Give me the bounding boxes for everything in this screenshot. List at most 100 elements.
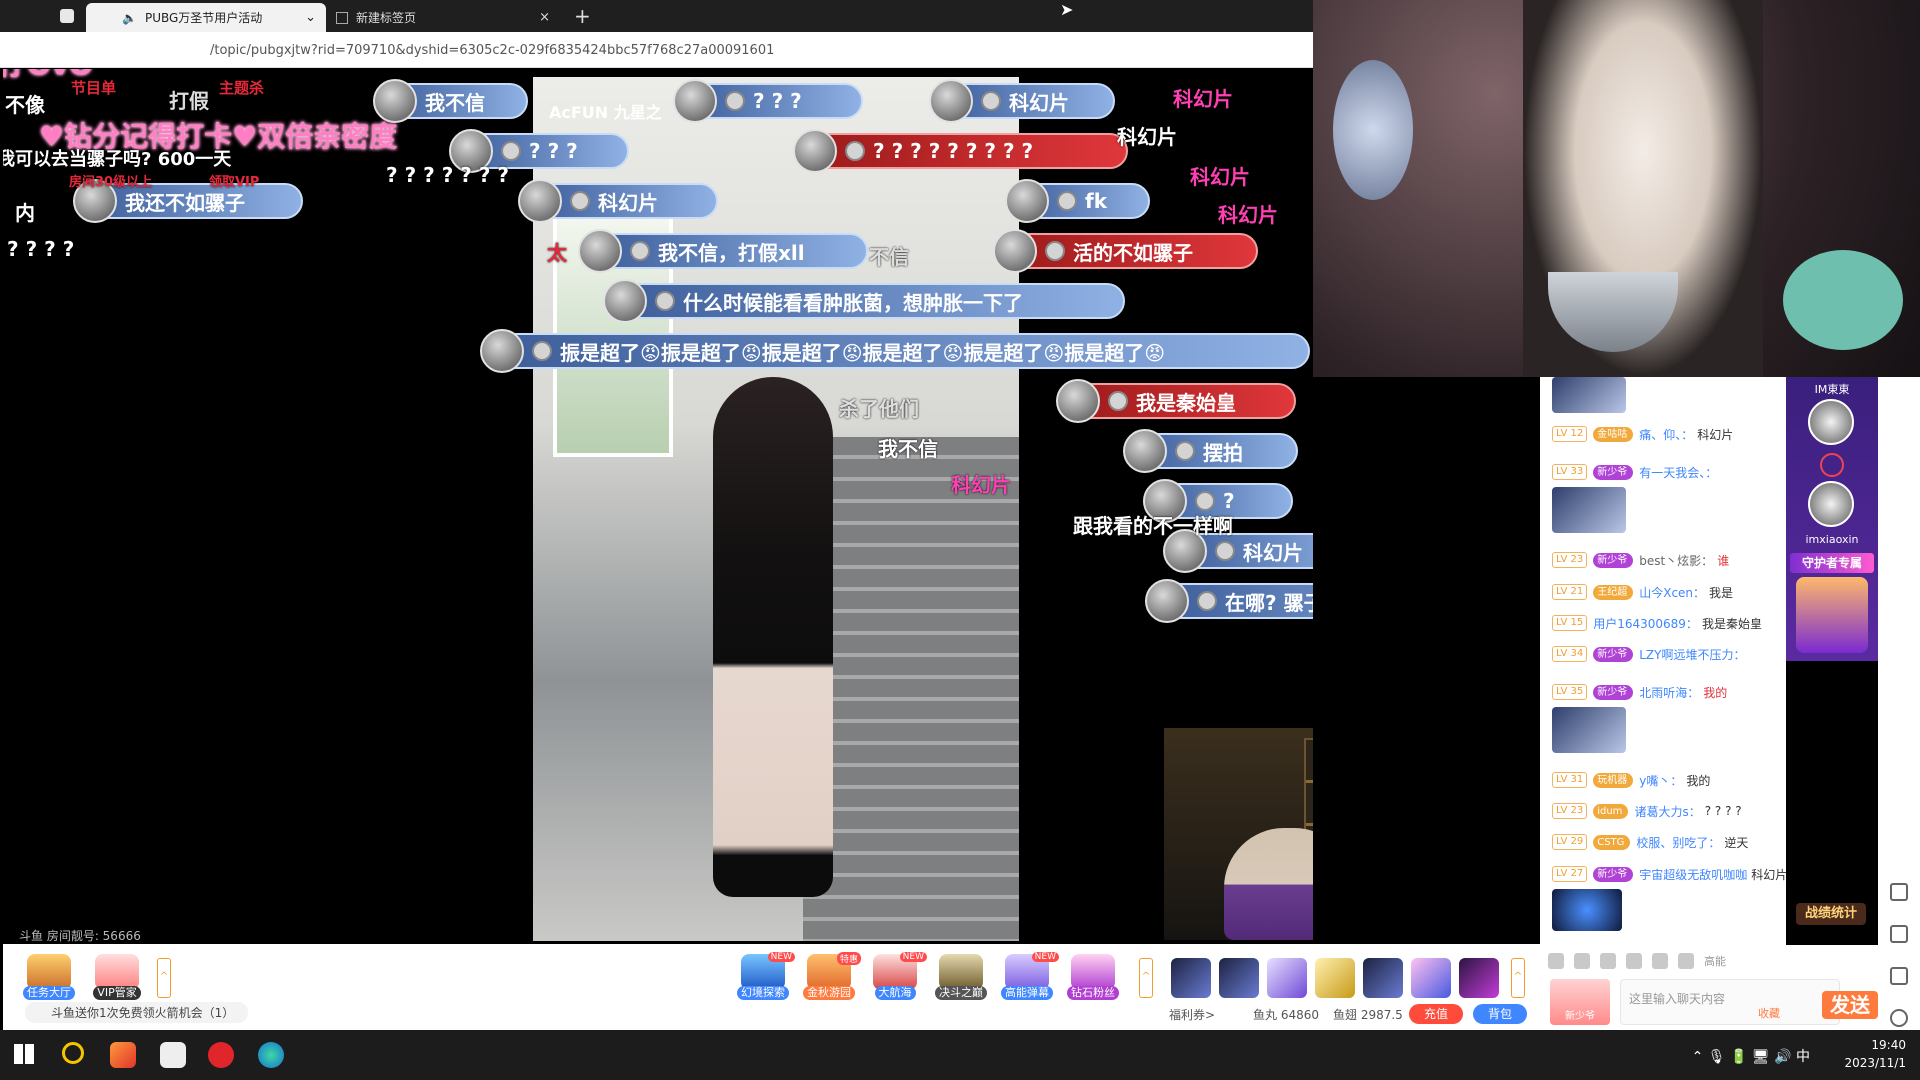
expand-arrow-button[interactable]: ^ <box>1511 958 1525 998</box>
ime-indicator[interactable]: 中 <box>1796 1049 1810 1065</box>
fan-badge-select[interactable]: 新少爷 <box>1550 979 1610 1025</box>
cursor-icon: ➤ <box>1060 0 1074 19</box>
avatar <box>480 329 524 373</box>
chat-message: LV 33 新少爷 有一天我会、： <box>1552 463 1721 481</box>
toolbar-item-diamond[interactable]: 钻石粉丝 <box>1065 954 1121 1000</box>
url-text[interactable]: /topic/pubgxjtw?rid=709710&dyshid=6305c2… <box>210 43 774 58</box>
fan-badge-icon <box>1108 391 1128 411</box>
collect-button[interactable]: 收藏 <box>1758 1005 1780 1021</box>
chat-image <box>1552 889 1622 931</box>
vip-manager-button[interactable]: VIP管家 <box>89 954 145 1000</box>
chat-message: LV 35 新少爷 北雨听海： 我的 <box>1552 683 1727 701</box>
backpack-button[interactable]: 背包 <box>1473 1004 1527 1024</box>
gift-item[interactable] <box>1411 958 1451 998</box>
chat-message: LV 21 王纪超 山今Xcen： 我是 <box>1552 583 1733 601</box>
fan-icon[interactable] <box>1600 953 1616 969</box>
danmaku-text: 科幻片 <box>1173 87 1233 111</box>
chat-tools: 高能 <box>1548 953 1726 969</box>
layout-icon[interactable] <box>1890 925 1908 943</box>
fan-badge-icon <box>725 91 745 111</box>
high-energy-button[interactable]: 高能 <box>1704 953 1726 969</box>
toolbar-item-autumn[interactable]: 特惠 金秋游园 <box>801 952 861 1000</box>
avatar[interactable] <box>1808 481 1854 527</box>
fan-badge-icon <box>630 241 650 261</box>
badge-icon[interactable] <box>1626 953 1642 969</box>
overlay-text: ? ? ? ? <box>7 237 75 261</box>
feather-app-icon[interactable] <box>160 1042 186 1068</box>
danmaku-text: 科幻片 <box>951 473 1011 497</box>
overlay-text: 打假 <box>169 89 209 113</box>
chat-image <box>1552 707 1626 753</box>
danmaku-text: 杀了他们 <box>839 397 919 421</box>
media-app-icon[interactable] <box>110 1042 136 1068</box>
chevron-down-icon[interactable]: ⌄ <box>305 10 316 25</box>
fish-wing-count: 鱼翅 2987.5 <box>1333 1008 1403 1022</box>
battle-stats-button[interactable]: 战绩统计 <box>1796 903 1866 925</box>
clock[interactable]: 19:40 2023/11/1 <box>1844 1036 1906 1072</box>
browser-menu-icon[interactable] <box>60 9 74 23</box>
guard-title[interactable]: 守护者专属 <box>1790 553 1874 573</box>
tab-new[interactable]: 新建标签页 × <box>330 3 560 32</box>
overlay-text: 主题杀 <box>219 79 265 97</box>
guard-box-image[interactable] <box>1796 577 1868 653</box>
fan-badge-icon <box>1215 541 1235 561</box>
avatar <box>1123 429 1167 473</box>
overlay-text: 太 <box>547 241 567 265</box>
streamer-cam-top <box>1313 0 1920 377</box>
new-tab-button[interactable]: + <box>574 4 591 28</box>
avatar <box>603 279 647 323</box>
overlay-text: 节目单 <box>71 79 117 97</box>
tab-pubg[interactable]: 🔈 PUBG万圣节用户活动 ⌄ <box>86 3 326 32</box>
gift-item[interactable] <box>1459 958 1499 998</box>
task-icon <box>27 954 71 990</box>
chat-input[interactable]: 这里输入聊天内容 <box>1620 979 1840 1025</box>
mute-icon[interactable]: 🔈 <box>122 11 137 25</box>
netease-music-icon[interactable] <box>208 1042 234 1068</box>
fan-badge-icon <box>655 291 675 311</box>
toolbar-item-duel[interactable]: 决斗之巅 <box>933 954 989 1000</box>
system-tray[interactable]: ⌃ 🎙 🔋 🖥 🔊 中 <box>1692 1046 1810 1066</box>
edge-browser-icon[interactable] <box>258 1042 284 1068</box>
gift-item[interactable] <box>1315 958 1355 998</box>
expand-arrow-button[interactable]: ^ <box>1139 958 1153 998</box>
card-icon[interactable] <box>1652 953 1668 969</box>
toolbar-item-danmaku[interactable]: NEW 高能弹幕 <box>999 952 1059 1000</box>
speaker-icon[interactable] <box>1574 953 1590 969</box>
fan-badge-icon <box>1197 591 1217 611</box>
guard-panel[interactable]: IM東東 imxiaoxin 守护者专属 <box>1786 377 1878 661</box>
close-icon[interactable]: × <box>539 10 550 25</box>
task-hall-button[interactable]: 任务大厅 <box>21 954 77 1000</box>
live-video[interactable]: AcFUN 九星之 我不信 ? ? ? 科幻片 ? ? ? ? ? ? ? ? … <box>3 69 1313 944</box>
danmaku-bubble: 我不信，打假xll <box>578 229 868 273</box>
avatar <box>993 229 1037 273</box>
avatar[interactable] <box>1808 399 1854 445</box>
toolbar-item-fantasy[interactable]: NEW 幻境探索 <box>735 952 795 1000</box>
danmaku-text: 科幻片 <box>1218 203 1278 227</box>
danmaku-bubble: 科幻片 <box>929 79 1115 123</box>
gift-item[interactable] <box>1363 958 1403 998</box>
windows-start-icon[interactable] <box>14 1044 34 1064</box>
gift-icon[interactable] <box>1678 953 1694 969</box>
share-icon[interactable] <box>1890 967 1908 985</box>
toolbar-item-voyage[interactable]: NEW 大航海 <box>867 952 927 1000</box>
avatar <box>1145 579 1189 623</box>
emoji-icon[interactable] <box>1548 953 1564 969</box>
overlay-text: 领取VIP <box>209 175 260 190</box>
free-rocket-notice[interactable]: 斗鱼送你1次免费领火箭机会（1） <box>25 1002 249 1023</box>
gift-item[interactable] <box>1219 958 1259 998</box>
expand-arrow-button[interactable]: ^ <box>157 958 171 998</box>
send-button[interactable]: 发送 <box>1822 991 1878 1019</box>
gift-item[interactable] <box>1171 958 1211 998</box>
chat-panel[interactable]: LV 12 金咕咕 痛、仰、： 科幻片 LV 33 新少爷 有一天我会、： LV 23 新少… <box>1540 377 1786 945</box>
gear-icon[interactable] <box>1890 1009 1908 1027</box>
fan-badge-icon <box>532 341 552 361</box>
overlay-text: 不像 <box>5 93 45 117</box>
welfare-link[interactable]: 福利券> <box>1169 1006 1215 1023</box>
gift-item[interactable] <box>1267 958 1307 998</box>
recharge-button[interactable]: 充值 <box>1409 1004 1463 1024</box>
danmaku-text: 科幻片 <box>1117 125 1177 149</box>
avatar <box>1005 179 1049 223</box>
screenshot-icon[interactable] <box>1890 883 1908 901</box>
address-bar[interactable]: /topic/pubgxjtw?rid=709710&dyshid=6305c2… <box>0 32 1313 68</box>
search-app-icon[interactable] <box>62 1042 84 1064</box>
